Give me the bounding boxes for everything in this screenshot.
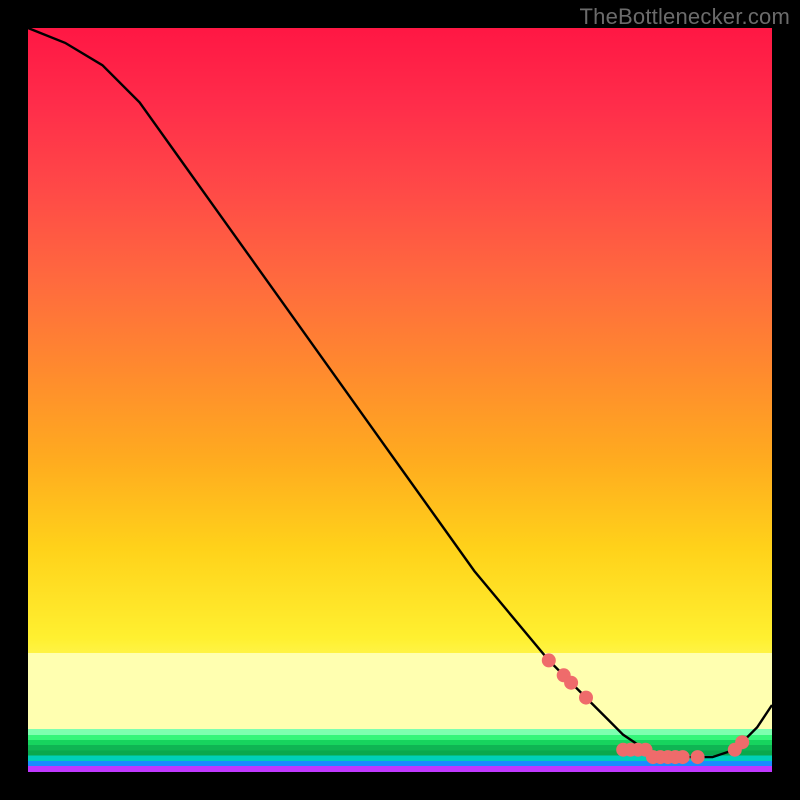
plot-area <box>28 28 772 772</box>
highlight-marker <box>564 676 578 690</box>
curve-layer <box>28 28 772 772</box>
highlight-marker <box>691 750 705 764</box>
chart-frame: TheBottlenecker.com <box>0 0 800 800</box>
highlight-marker <box>735 735 749 749</box>
attribution-text: TheBottlenecker.com <box>580 4 790 30</box>
highlight-marker <box>542 653 556 667</box>
highlight-marker <box>579 691 593 705</box>
bottleneck-curve-path <box>28 28 772 757</box>
highlight-markers <box>542 653 749 764</box>
highlight-marker <box>676 750 690 764</box>
